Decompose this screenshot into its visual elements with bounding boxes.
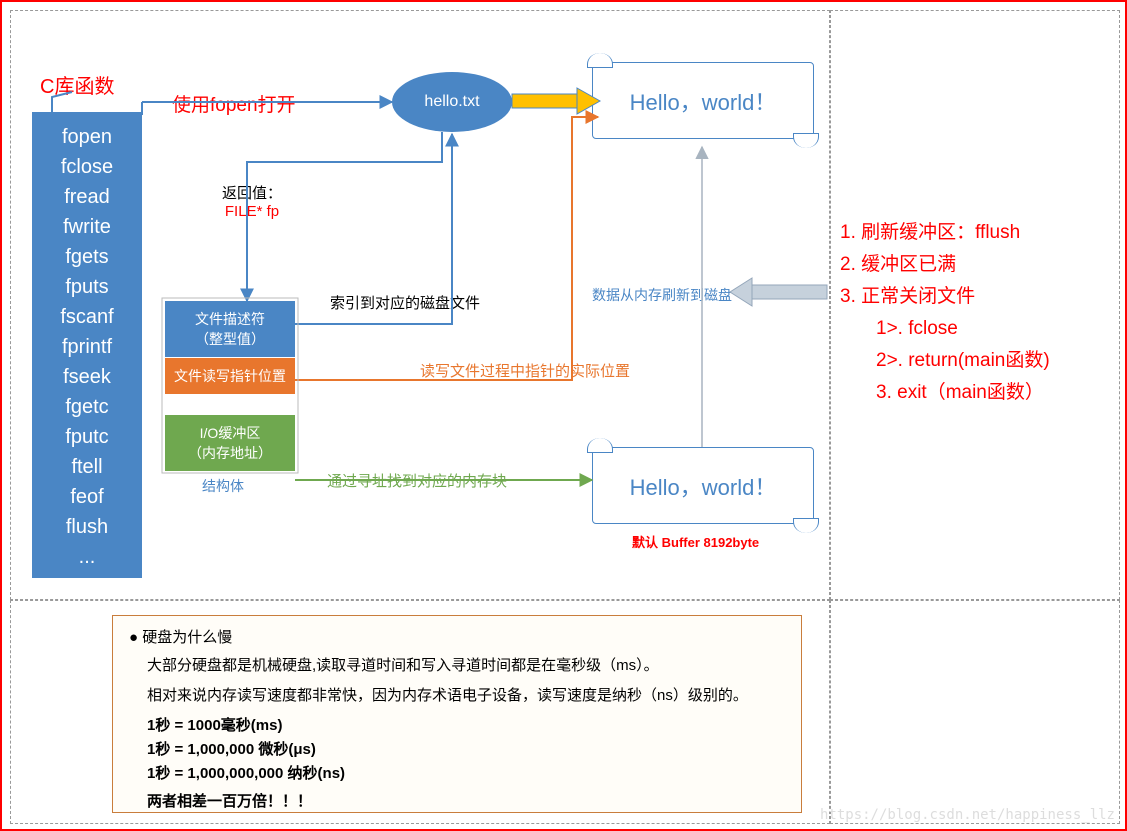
func-item: feof — [32, 482, 142, 512]
func-item: fopen — [32, 122, 142, 152]
note-t1: 1秒 = 1000毫秒(ms) — [129, 714, 785, 738]
flush-to-disk-label: 数据从内存刷新到磁盘 — [592, 285, 732, 305]
note-t3: 1秒 = 1,000,000,000 纳秒(ns) — [129, 762, 785, 786]
func-item: ftell — [32, 452, 142, 482]
struct-body-label: 结构体 — [202, 476, 244, 496]
memory-buffer-scroll: Hello，world！ — [592, 447, 814, 524]
note-p1: 大部分硬盘都是机械硬盘,读取寻道时间和写入寻道时间都是在毫秒级（ms）。 — [129, 654, 785, 678]
index-to-disk-label: 索引到对应的磁盘文件 — [330, 292, 480, 313]
fopen-open-label: 使用fopen打开 — [172, 90, 296, 117]
cond-2: 2. 缓冲区已满 — [840, 249, 1050, 281]
function-list: fopenfclosefreadfwritefgetsfputsfscanffp… — [32, 112, 142, 578]
hello-bottom-text: Hello，world！ — [630, 470, 777, 502]
return-val-line1: 返回值： — [207, 182, 297, 203]
disk-file-scroll: Hello，world！ — [592, 62, 814, 139]
func-item: fwrite — [32, 212, 142, 242]
func-item: flush — [32, 512, 142, 542]
cond-1: 1. 刷新缓冲区：fflush — [840, 217, 1050, 249]
func-item: fgetc — [32, 392, 142, 422]
default-buffer-label: 默认 Buffer 8192byte — [632, 532, 759, 551]
hdd-note-box: ● 硬盘为什么慢 大部分硬盘都是机械硬盘,读取寻道时间和写入寻道时间都是在毫秒级… — [112, 615, 802, 813]
hello-top-text: Hello，world！ — [630, 85, 777, 117]
struct-fd: 文件描述符 （整型值） — [165, 301, 295, 357]
cond-3-3: 3. exit（main函数） — [840, 377, 1050, 409]
c-lib-label: C库函数 — [40, 70, 114, 99]
note-diff: 两者相差一百万倍！！！ — [129, 790, 785, 814]
func-item: fread — [32, 182, 142, 212]
cond-3-1: 1>. fclose — [840, 313, 1050, 345]
return-val-line2: FILE* fp — [207, 203, 297, 220]
return-value-label: 返回值： FILE* fp — [207, 182, 297, 220]
file-ellipse: hello.txt — [392, 72, 512, 132]
watermark: https://blog.csdn.net/happiness_llz — [820, 807, 1115, 823]
func-item: fputs — [32, 272, 142, 302]
rw-pointer-label: 读写文件过程中指针的实际位置 — [420, 360, 630, 381]
func-item: fputc — [32, 422, 142, 452]
bottom-right-region — [830, 600, 1120, 824]
note-title: ● 硬盘为什么慢 — [129, 626, 785, 650]
flush-conditions-list: 1. 刷新缓冲区：fflush 2. 缓冲区已满 3. 正常关闭文件 1>. f… — [840, 217, 1050, 409]
cond-3-2: 2>. return(main函数) — [840, 345, 1050, 377]
func-item: ... — [32, 542, 142, 572]
struct-io: I/O缓冲区 （内存地址） — [165, 415, 295, 471]
diagram-canvas: C库函数 fopenfclosefreadfwritefgetsfputsfsc… — [0, 0, 1127, 831]
find-mem-label: 通过寻址找到对应的内存块 — [327, 470, 507, 491]
note-p2: 相对来说内存读写速度都非常快，因为内存术语电子设备，读写速度是纳秒（ns）级别的… — [129, 684, 785, 708]
func-item: fprintf — [32, 332, 142, 362]
struct-rw: 文件读写指针位置 — [165, 358, 295, 394]
func-item: fseek — [32, 362, 142, 392]
note-t2: 1秒 = 1,000,000 微秒(μs) — [129, 738, 785, 762]
cond-3: 3. 正常关闭文件 — [840, 281, 1050, 313]
func-item: fgets — [32, 242, 142, 272]
func-item: fscanf — [32, 302, 142, 332]
file-name-text: hello.txt — [424, 93, 479, 111]
func-item: fclose — [32, 152, 142, 182]
